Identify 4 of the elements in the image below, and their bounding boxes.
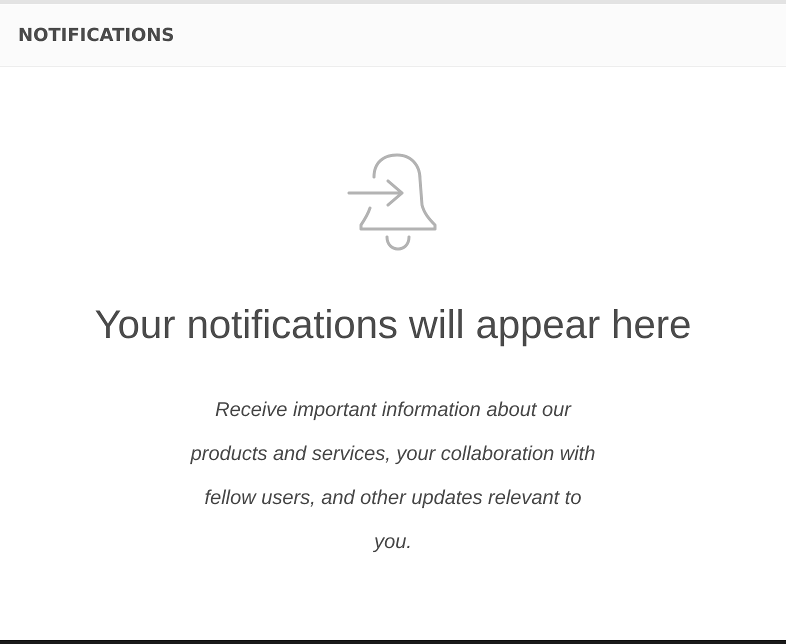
empty-state-heading: Your notifications will appear here [94, 303, 692, 348]
bell-icon [347, 153, 439, 253]
empty-state-message: Receive important information about our products and services, your collaboration with fellow users, and other updates relevant to you. [189, 398, 596, 555]
panel-title: NOTIFICATIONS [18, 24, 174, 46]
